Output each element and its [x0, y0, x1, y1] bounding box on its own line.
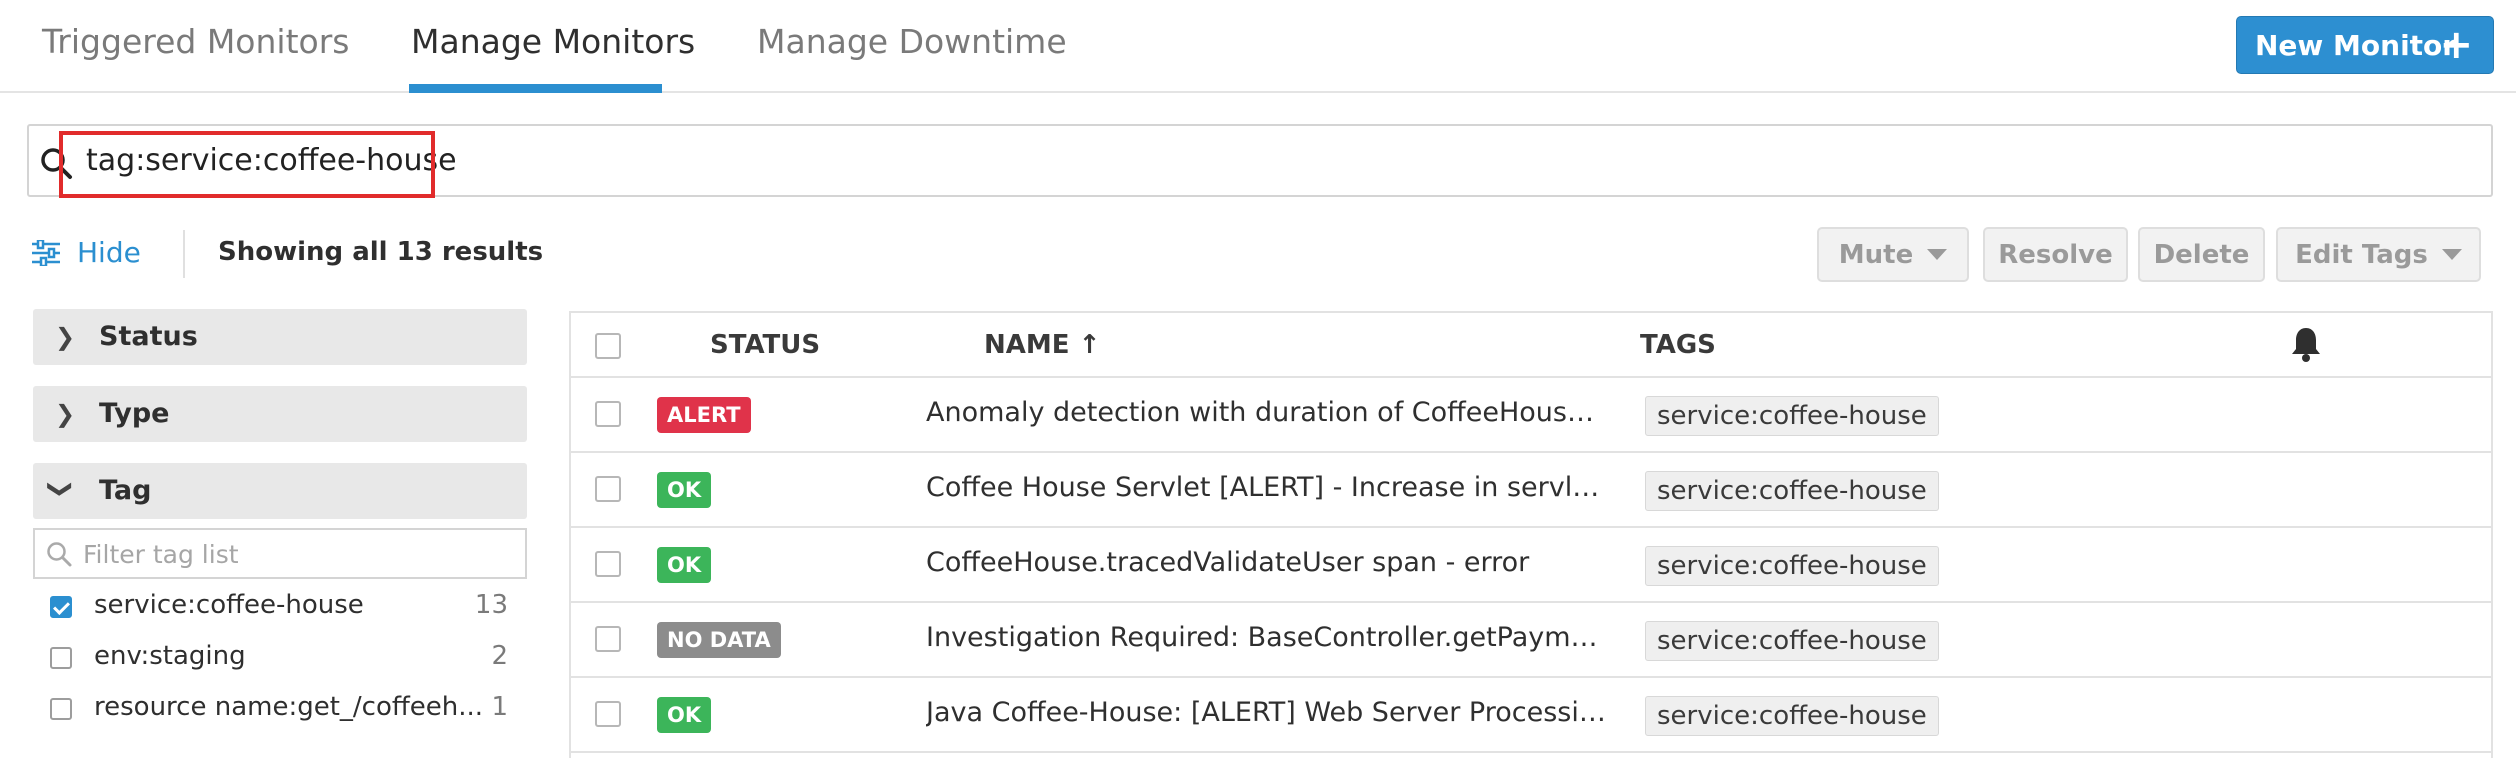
status-badge: OK [657, 547, 712, 583]
mute-label: Mute [1838, 239, 1914, 270]
tag-pill[interactable]: service:coffee-house [1645, 621, 1939, 661]
search-icon [47, 542, 72, 567]
edit-tags-label: Edit Tags [2295, 239, 2428, 270]
monitor-name[interactable]: Coffee House Servlet [ALERT] - Increase … [926, 472, 1606, 503]
monitor-name[interactable]: Anomaly detection with duration of Coffe… [926, 397, 1606, 428]
bell-icon [2292, 328, 2320, 362]
status-badge: OK [657, 697, 712, 733]
new-monitor-button[interactable]: New Monitor + [2236, 16, 2494, 74]
tag-option-name: resource name:get_/coffeeh... [94, 692, 484, 722]
mute-button[interactable]: Mute [1817, 227, 1969, 282]
hide-filters-label: Hide [77, 236, 141, 269]
table-row[interactable]: OK Coffee House Servlet [ALERT] - Increa… [571, 453, 2491, 528]
tag-option-count: 1 [491, 692, 508, 722]
edit-tags-button[interactable]: Edit Tags [2276, 227, 2481, 282]
new-monitor-label: New Monitor [2255, 28, 2457, 62]
tag-option-count: 13 [474, 590, 508, 620]
row-checkbox[interactable] [595, 626, 621, 652]
column-tags: TAGS [1640, 330, 1716, 360]
row-checkbox[interactable] [595, 401, 621, 427]
search-query-highlight [59, 131, 435, 198]
checkbox[interactable] [50, 698, 72, 720]
column-status[interactable]: STATUS [710, 330, 820, 360]
row-checkbox[interactable] [595, 551, 621, 577]
plus-icon: + [2439, 22, 2473, 68]
table-header: STATUS NAME ↑ TAGS [571, 313, 2491, 378]
facet-type[interactable]: ❯ Type [33, 386, 527, 442]
monitors-table: STATUS NAME ↑ TAGS ALERT Anomaly detecti… [569, 311, 2493, 758]
delete-button[interactable]: Delete [2138, 227, 2265, 282]
tag-pill[interactable]: service:coffee-house [1645, 396, 1939, 436]
facet-status-label: Status [99, 321, 198, 352]
tab-triggered-monitors[interactable]: Triggered Monitors [42, 22, 349, 61]
hide-filters-toggle[interactable]: Hide [31, 236, 141, 269]
table-row[interactable]: OK CoffeeHouse.tracedValidateUser span -… [571, 528, 2491, 603]
monitor-name[interactable]: Java Coffee-House: [ALERT] Web Server Pr… [926, 697, 1606, 728]
chevron-down-icon [1927, 249, 1948, 260]
tag-pill[interactable]: service:coffee-house [1645, 471, 1939, 511]
status-badge: NO DATA [657, 622, 781, 658]
status-badge: ALERT [657, 397, 751, 433]
chevron-down-icon [2441, 249, 2462, 260]
status-badge: OK [657, 472, 712, 508]
column-name[interactable]: NAME ↑ [984, 330, 1100, 360]
row-checkbox[interactable] [595, 476, 621, 502]
facet-tag[interactable]: ❯ Tag [33, 463, 527, 519]
active-tab-indicator [409, 84, 662, 93]
resolve-label: Resolve [1998, 239, 2113, 270]
facet-tag-label: Tag [99, 475, 152, 506]
chevron-down-icon: ❯ [47, 478, 76, 500]
tag-pill[interactable]: service:coffee-house [1645, 546, 1939, 586]
tag-filter-input[interactable]: Filter tag list [33, 528, 527, 579]
facet-type-label: Type [99, 398, 170, 429]
tag-pill[interactable]: service:coffee-house [1645, 696, 1939, 736]
sliders-icon [32, 239, 60, 266]
tag-option-name: env:staging [94, 641, 246, 671]
monitors-nav: Triggered Monitors Manage Monitors Manag… [0, 0, 2516, 93]
tag-option-env-staging[interactable]: env:staging 2 [50, 639, 526, 679]
tab-manage-monitors[interactable]: Manage Monitors [411, 22, 695, 61]
checkbox[interactable] [50, 596, 72, 618]
tag-option-name: service:coffee-house [94, 590, 364, 620]
monitor-name[interactable]: CoffeeHouse.tracedValidateUser span - er… [926, 547, 1606, 578]
divider [183, 230, 185, 278]
tag-option-service-coffee-house[interactable]: service:coffee-house 13 [50, 588, 526, 628]
resolve-button[interactable]: Resolve [1983, 227, 2128, 282]
table-row[interactable]: ALERT Anomaly detection with duration of… [571, 378, 2491, 453]
checkbox[interactable] [50, 647, 72, 669]
tab-manage-downtime[interactable]: Manage Downtime [757, 22, 1067, 61]
delete-label: Delete [2153, 239, 2250, 270]
tag-option-resource-name[interactable]: resource name:get_/coffeeh... 1 [50, 690, 526, 730]
tag-option-count: 2 [491, 641, 508, 671]
chevron-right-icon: ❯ [55, 400, 76, 428]
chevron-right-icon: ❯ [55, 323, 76, 351]
tag-filter-placeholder: Filter tag list [83, 540, 239, 569]
row-checkbox[interactable] [595, 701, 621, 727]
select-all-checkbox[interactable] [595, 333, 621, 359]
monitor-name[interactable]: Investigation Required: BaseController.g… [926, 622, 1606, 653]
table-row[interactable]: OK Java Coffee-House: [ALERT] Web Server… [571, 678, 2491, 753]
facet-status[interactable]: ❯ Status [33, 309, 527, 365]
table-row[interactable]: NO DATA Investigation Required: BaseCont… [571, 603, 2491, 678]
results-count: Showing all 13 results [218, 237, 544, 267]
